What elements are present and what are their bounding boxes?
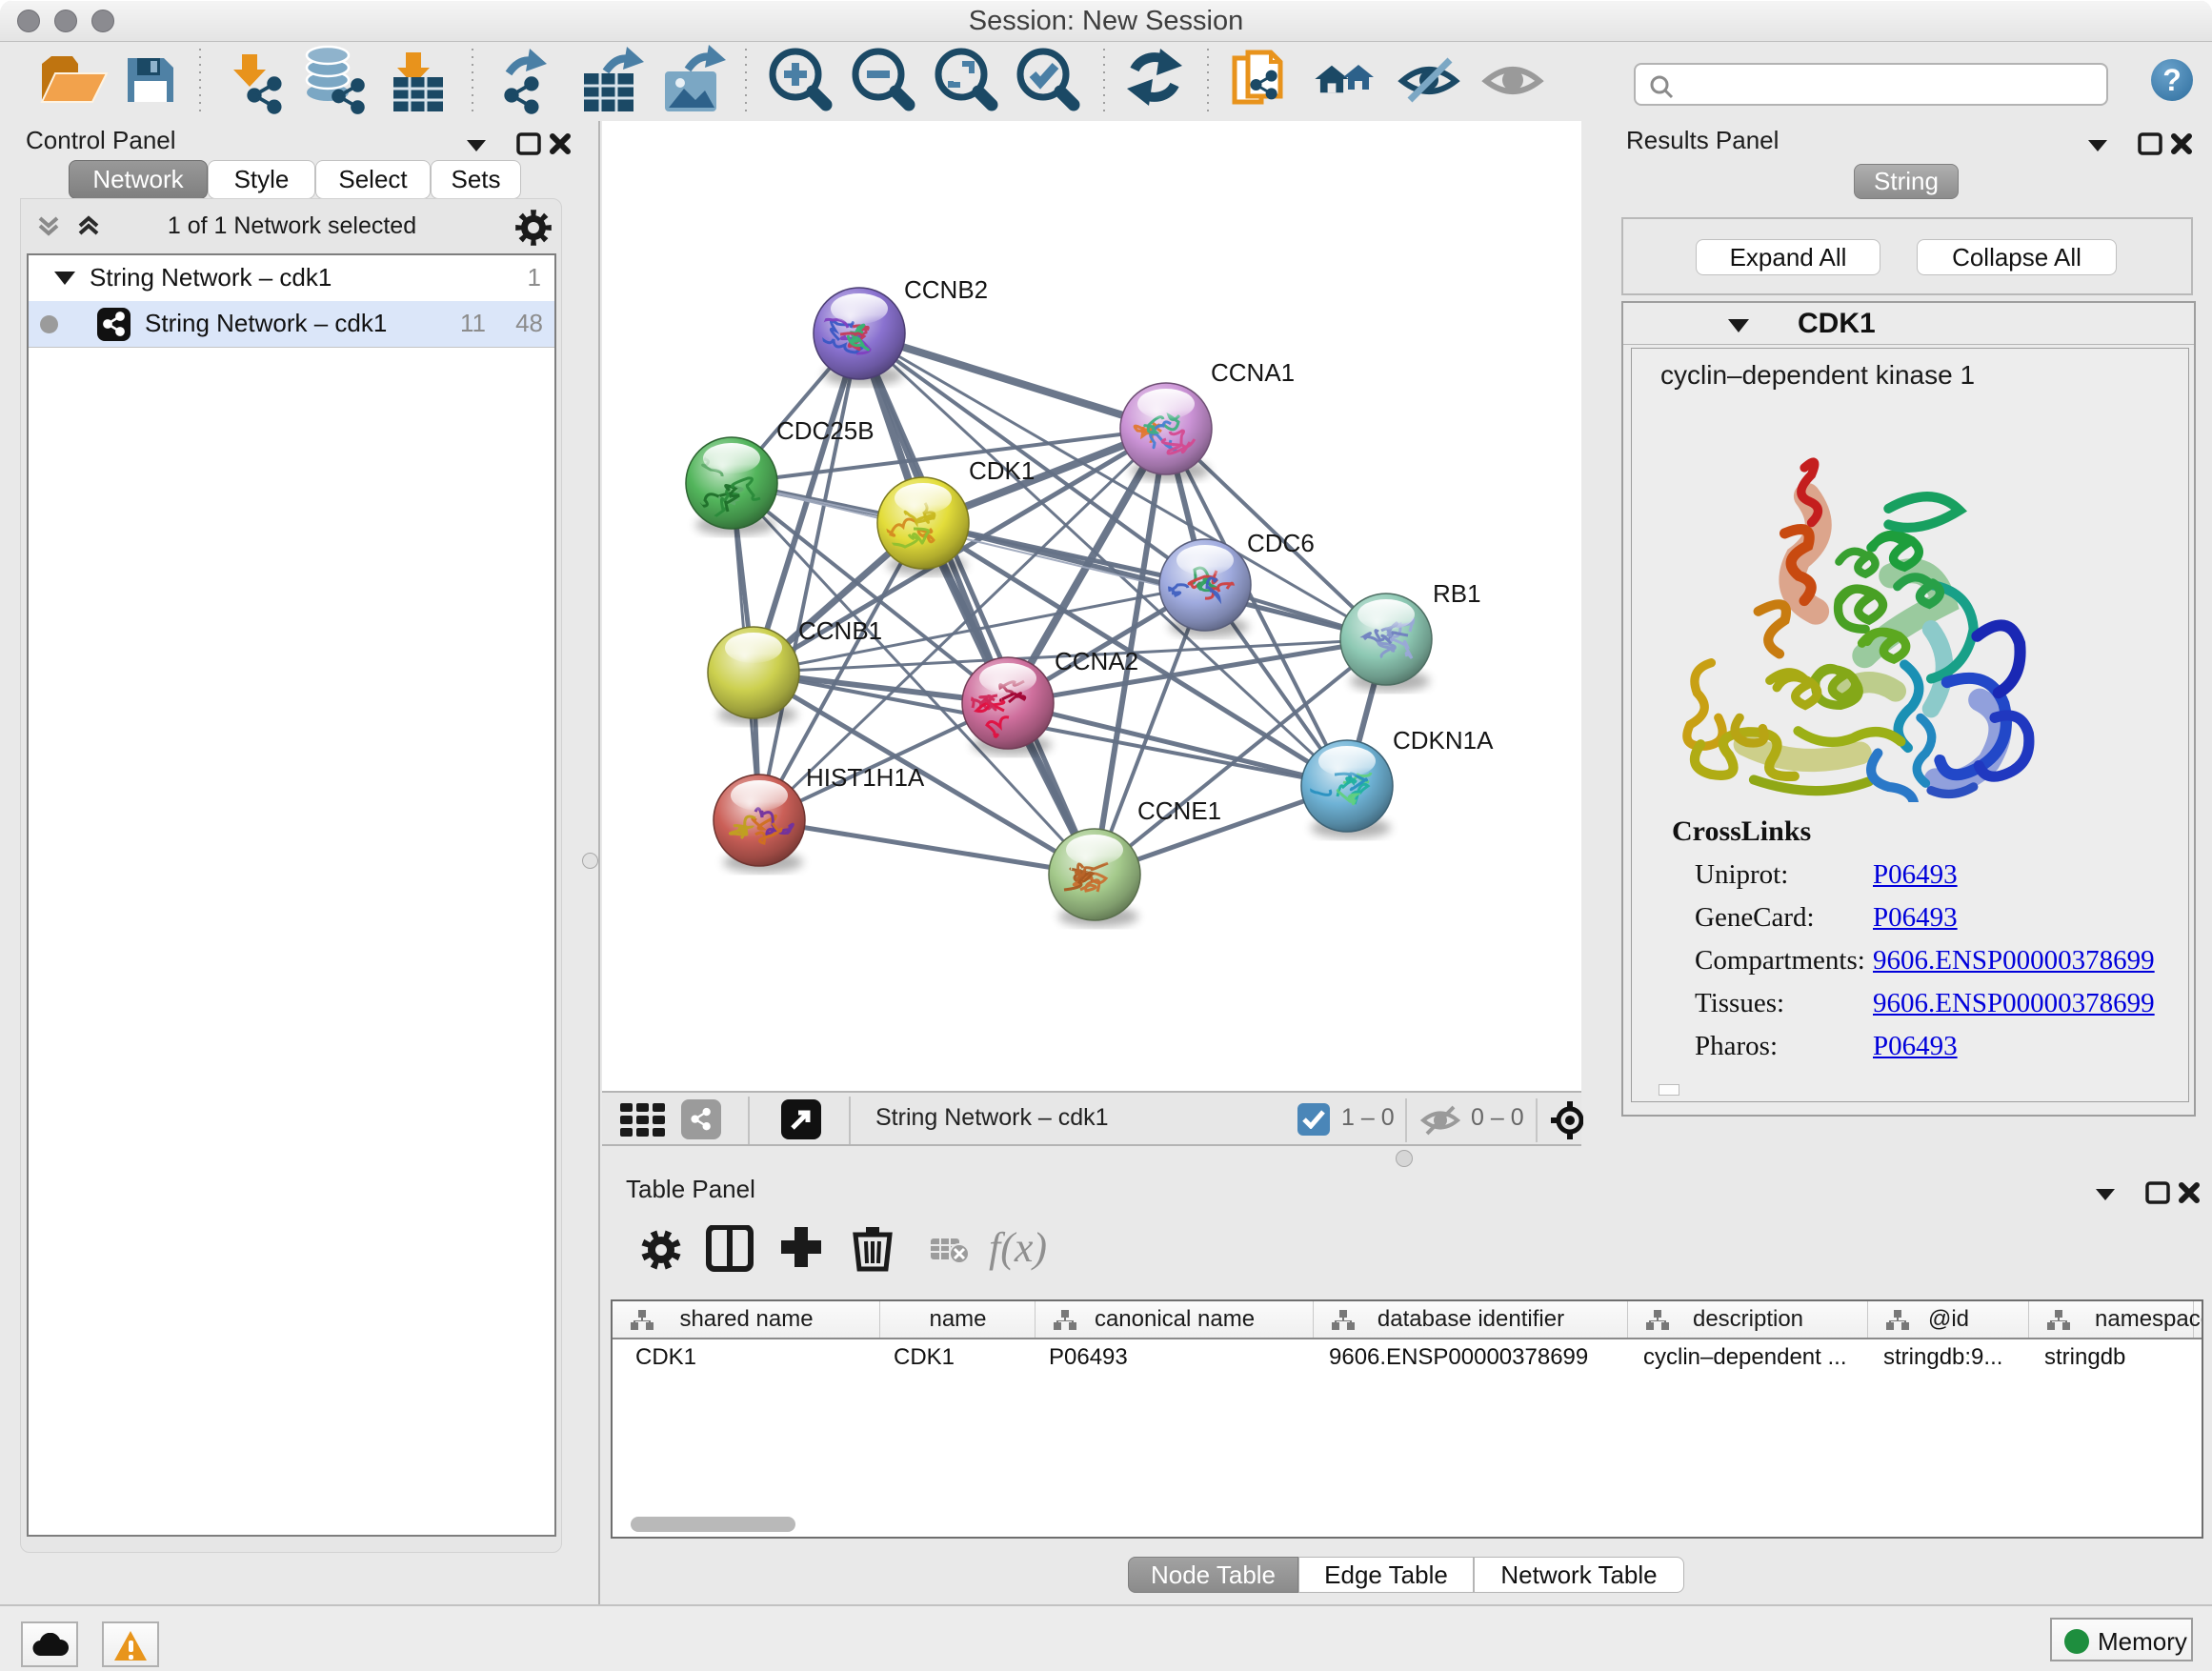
svg-text:CCNB2: CCNB2 xyxy=(904,275,988,304)
svg-text:CDC25B: CDC25B xyxy=(776,416,875,445)
svg-text:CDKN1A: CDKN1A xyxy=(1393,726,1494,755)
svg-text:HIST1H1A: HIST1H1A xyxy=(806,763,925,792)
svg-text:CDC6: CDC6 xyxy=(1247,529,1315,557)
svg-text:RB1: RB1 xyxy=(1433,579,1481,608)
svg-text:CCNE1: CCNE1 xyxy=(1137,796,1221,825)
svg-text:CDK1: CDK1 xyxy=(969,456,1035,485)
svg-text:CCNA2: CCNA2 xyxy=(1055,647,1138,675)
svg-text:CCNB1: CCNB1 xyxy=(798,616,882,645)
svg-text:CCNA1: CCNA1 xyxy=(1211,358,1295,387)
